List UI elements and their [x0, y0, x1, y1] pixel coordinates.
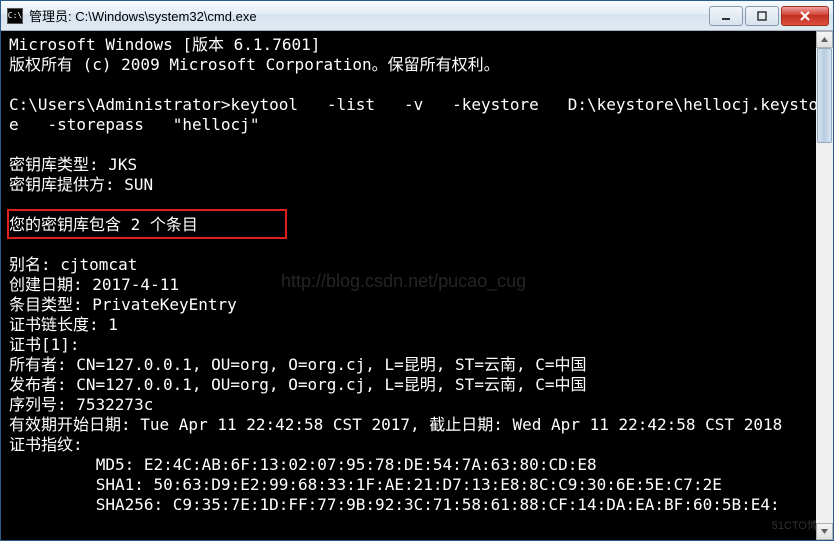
- window-frame: C:\ 管理员: C:\Windows\system32\cmd.exe Mic…: [0, 0, 834, 541]
- title-bar[interactable]: C:\ 管理员: C:\Windows\system32\cmd.exe: [1, 1, 833, 31]
- window-title: 管理员: C:\Windows\system32\cmd.exe: [29, 6, 707, 25]
- chevron-up-icon: [820, 35, 829, 44]
- chevron-down-icon: [820, 527, 829, 536]
- scroll-track[interactable]: [816, 48, 833, 523]
- maximize-icon: [756, 10, 768, 22]
- scroll-thumb[interactable]: [817, 48, 832, 143]
- window-controls: [707, 6, 829, 26]
- close-icon: [799, 10, 811, 22]
- vertical-scrollbar[interactable]: [816, 31, 833, 540]
- minimize-button[interactable]: [709, 6, 743, 26]
- scroll-up-button[interactable]: [816, 31, 833, 48]
- terminal-output: Microsoft Windows [版本 6.1.7601] 版权所有 (c)…: [9, 35, 829, 515]
- maximize-button[interactable]: [745, 6, 779, 26]
- cmd-icon: C:\: [7, 8, 23, 24]
- scroll-down-button[interactable]: [816, 523, 833, 540]
- minimize-icon: [720, 10, 732, 22]
- close-button[interactable]: [781, 6, 829, 26]
- terminal-area[interactable]: Microsoft Windows [版本 6.1.7601] 版权所有 (c)…: [1, 31, 833, 540]
